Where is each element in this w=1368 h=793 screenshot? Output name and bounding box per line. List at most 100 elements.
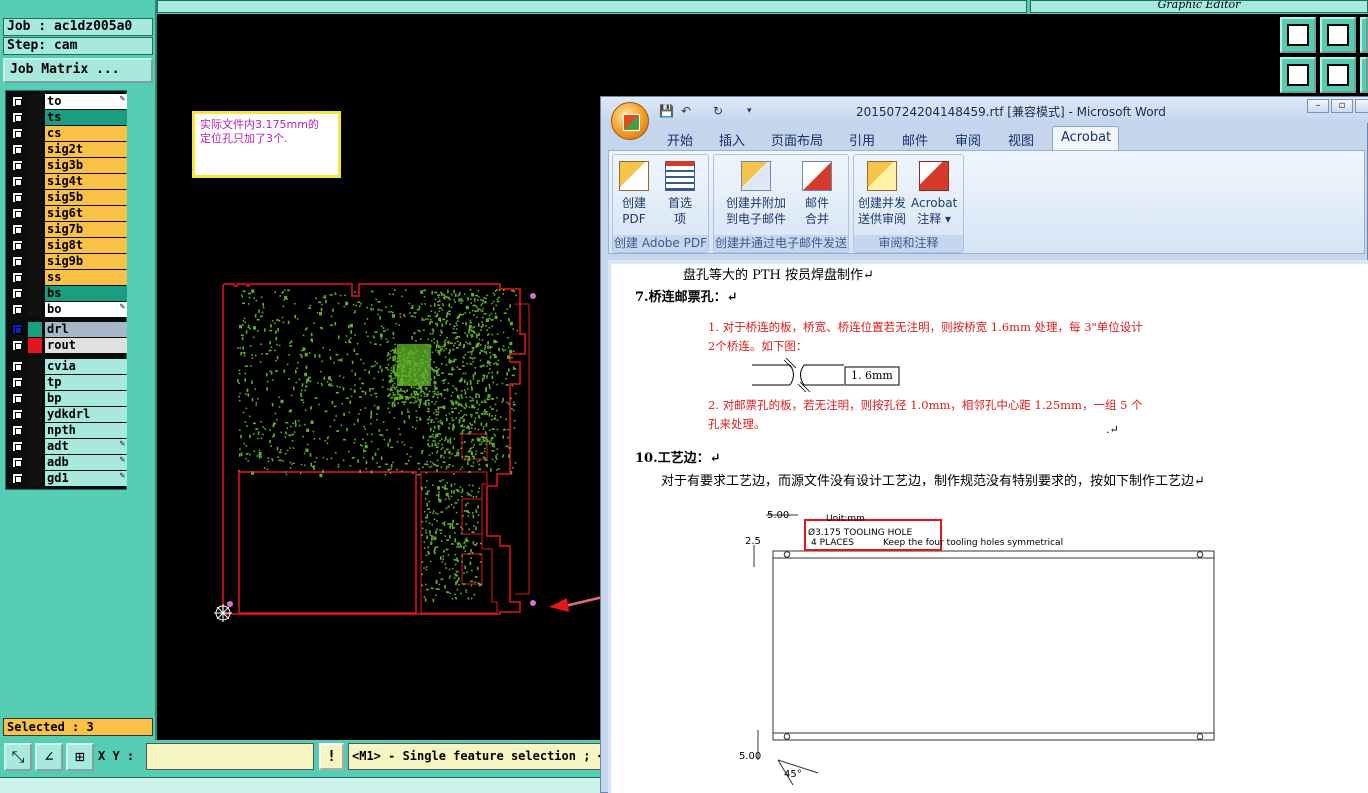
layer-checkbox[interactable] [12,473,23,484]
layer-color-swatch[interactable] [28,270,42,285]
layer-name[interactable]: sig6t [45,206,127,221]
office-button[interactable] [611,102,649,140]
layer-row-sig3b[interactable]: sig3b [9,158,127,173]
layer-name[interactable]: cs [45,126,127,141]
layer-row-adb[interactable]: adb ✎ [9,455,127,470]
tab-references[interactable]: 引用 [849,130,875,149]
layer-name[interactable]: bo [45,302,127,317]
layer-color-swatch[interactable] [28,302,42,317]
snap-tool-button[interactable]: ⊞ [66,743,94,771]
warning-button[interactable]: ! [319,743,344,770]
layer-checkbox[interactable] [12,340,23,351]
layer-color-swatch[interactable] [28,126,42,141]
layer-checkbox[interactable] [12,288,23,299]
layer-row-ydkdrl[interactable]: ydkdrl [9,407,127,422]
layer-row-tp[interactable]: tp [9,375,127,390]
undo-icon[interactable]: ↶ [681,104,691,118]
layer-row-sig5b[interactable]: sig5b [9,190,127,205]
job-matrix-button[interactable]: Job Matrix ... [3,58,153,83]
layer-color-swatch[interactable] [28,238,42,253]
layer-row-to[interactable]: to ✎ [9,94,127,109]
layer-name[interactable]: cvia [45,359,127,374]
layer-checkbox[interactable] [12,96,23,107]
layer-name[interactable]: sig4t [45,174,127,189]
word-window[interactable]: 💾 ↶ ↻ ▾ 20150724204148459.rtf [兼容模式] - M… [600,96,1368,793]
layer-row-gd1[interactable]: gd1 ✎ [9,471,127,486]
layer-checkbox[interactable] [12,144,23,155]
layer-checkbox[interactable] [12,457,23,468]
layer-color-swatch[interactable] [28,322,42,337]
tab-home[interactable]: 开始 [667,130,693,149]
layer-name[interactable]: bs [45,286,127,301]
layer-row-cs[interactable]: cs [9,126,127,141]
layer-color-swatch[interactable] [28,254,42,269]
layer-row-sig7b[interactable]: sig7b [9,222,127,237]
layer-color-swatch[interactable] [28,174,42,189]
top-menu-segment[interactable] [157,0,1027,13]
zoom-more-button[interactable] [1360,17,1368,53]
layer-row-cvia[interactable]: cvia [9,359,127,374]
layer-checkbox[interactable] [12,409,23,420]
layer-checkbox[interactable] [12,361,23,372]
layer-row-bp[interactable]: bp [9,391,127,406]
layer-row-sig6t[interactable]: sig6t [9,206,127,221]
layer-checkbox[interactable] [12,112,23,123]
layer-row-npth[interactable]: npth [9,423,127,438]
layer-checkbox[interactable] [12,208,23,219]
layer-name[interactable]: npth [45,423,127,438]
layer-color-swatch[interactable] [28,359,42,374]
layer-color-swatch[interactable] [28,338,42,353]
close-button[interactable] [1355,99,1368,113]
layer-row-rout[interactable]: rout [9,338,127,353]
layer-color-swatch[interactable] [28,455,42,470]
document-page[interactable]: 盘孔等大的 PTH 按员焊盘制作↵ 7.桥连邮票孔：↵ 1. 对于桥连的板，桥宽… [608,260,1368,793]
layer-row-ss[interactable]: ss [9,270,127,285]
layer-color-swatch[interactable] [28,94,42,109]
layer-checkbox[interactable] [12,176,23,187]
layer-name[interactable]: tp [45,375,127,390]
layer-checkbox[interactable] [12,377,23,388]
acrobat-comment-button[interactable]: Acrobat 注释 ▾ [911,161,957,227]
tab-page-layout[interactable]: 页面布局 [771,130,823,149]
layer-checkbox[interactable] [12,304,23,315]
layer-name[interactable]: rout [45,338,127,353]
layer-color-swatch[interactable] [28,423,42,438]
layer-name[interactable]: ss [45,270,127,285]
layer-checkbox[interactable] [12,256,23,267]
minimize-button[interactable]: – [1307,99,1329,113]
layer-row-adt[interactable]: adt ✎ [9,439,127,454]
layer-checkbox[interactable] [12,272,23,283]
maximize-button[interactable]: ▫ [1331,99,1353,113]
preferences-button[interactable]: 首选 项 [665,161,695,227]
layer-name[interactable]: to [45,94,127,109]
resize-tool-button[interactable]: ⤡ [4,743,32,771]
redo-icon[interactable]: ↻ [713,104,723,118]
layer-color-swatch[interactable] [28,142,42,157]
layer-name[interactable]: ts [45,110,127,125]
xy-input[interactable] [146,743,314,770]
layer-name[interactable]: bp [45,391,127,406]
layer-name[interactable]: ydkdrl [45,407,127,422]
layer-row-sig4t[interactable]: sig4t [9,174,127,189]
layer-checkbox[interactable] [12,393,23,404]
pan-more-button[interactable] [1360,57,1368,93]
layer-checkbox[interactable] [12,128,23,139]
layer-checkbox[interactable] [12,160,23,171]
layer-name[interactable]: drl [45,322,127,337]
layer-checkbox[interactable] [12,240,23,251]
layer-color-swatch[interactable] [28,158,42,173]
layer-row-sig9b[interactable]: sig9b [9,254,127,269]
layer-checkbox[interactable] [12,224,23,235]
layer-name[interactable]: sig8t [45,238,127,253]
layer-name[interactable]: adb [45,455,127,470]
layer-checkbox[interactable] [12,324,23,335]
layer-row-ts[interactable]: ts [9,110,127,125]
pan-right-button[interactable] [1320,57,1356,93]
layer-color-swatch[interactable] [28,190,42,205]
layer-color-swatch[interactable] [28,206,42,221]
zoom-down-button[interactable] [1320,17,1356,53]
create-pdf-button[interactable]: 创建 PDF [619,161,649,227]
zoom-home-button[interactable] [1280,17,1316,53]
layer-color-swatch[interactable] [28,375,42,390]
layer-row-sig8t[interactable]: sig8t [9,238,127,253]
